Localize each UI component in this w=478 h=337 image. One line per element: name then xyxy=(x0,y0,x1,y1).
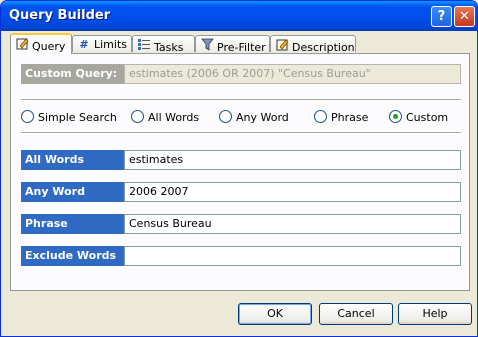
cancel-button[interactable]: Cancel xyxy=(319,303,393,325)
tasks-icon xyxy=(137,38,151,54)
pencil-icon xyxy=(15,37,29,53)
radio-button[interactable] xyxy=(219,110,232,123)
all-words-input[interactable]: estimates xyxy=(124,150,461,170)
radio-simple-search[interactable]: Simple Search xyxy=(21,110,117,124)
radio-phrase[interactable]: Phrase xyxy=(314,110,368,124)
window-title: Query Builder xyxy=(9,8,111,23)
query-builder-window: Query Builder ? ✕ Query # Limits Tasks Pr… xyxy=(0,0,478,337)
ok-button[interactable]: OK xyxy=(238,303,312,325)
tab-label: Limits xyxy=(94,38,127,51)
any-word-label: Any Word xyxy=(21,182,124,202)
radio-all-words[interactable]: All Words xyxy=(131,110,199,124)
radio-button[interactable] xyxy=(314,110,327,123)
divider xyxy=(21,99,461,101)
phrase-label: Phrase xyxy=(21,214,124,234)
custom-query-field: estimates (2006 OR 2007) "Census Bureau" xyxy=(124,64,461,84)
tab-tasks[interactable]: Tasks xyxy=(132,35,195,54)
hash-icon: # xyxy=(79,38,89,51)
help-button[interactable]: Help xyxy=(398,303,472,325)
tab-limits[interactable]: # Limits xyxy=(72,35,132,52)
radio-label: All Words xyxy=(148,111,200,124)
tab-pre-filter[interactable]: Pre-Filter xyxy=(195,35,270,54)
radio-label: Custom xyxy=(406,111,449,124)
radio-button[interactable] xyxy=(21,110,34,123)
tab-description[interactable]: Description xyxy=(270,35,356,54)
radio-custom[interactable]: Custom xyxy=(389,110,448,124)
close-title-button[interactable]: ✕ xyxy=(454,6,475,27)
query-panel: Custom Query: estimates (2006 OR 2007) "… xyxy=(10,53,470,291)
exclude-words-label: Exclude Words xyxy=(21,246,124,266)
radio-label: Any Word xyxy=(236,111,289,124)
funnel-icon xyxy=(200,38,214,54)
custom-query-label: Custom Query: xyxy=(21,64,125,84)
tab-label: Query xyxy=(32,40,66,53)
divider xyxy=(21,132,461,134)
radio-button[interactable] xyxy=(131,110,144,123)
any-word-input[interactable]: 2006 2007 xyxy=(124,182,461,202)
radio-label: Simple Search xyxy=(38,111,117,124)
phrase-input[interactable]: Census Bureau xyxy=(124,214,461,234)
title-bar[interactable]: Query Builder ? ✕ xyxy=(1,1,477,31)
radio-label: Phrase xyxy=(331,111,369,124)
tab-query[interactable]: Query xyxy=(10,33,72,54)
radio-button-selected[interactable] xyxy=(389,110,402,123)
exclude-words-input[interactable] xyxy=(124,246,461,266)
notepad-icon xyxy=(275,38,289,54)
radio-any-word[interactable]: Any Word xyxy=(219,110,289,124)
help-title-button[interactable]: ? xyxy=(431,6,452,27)
all-words-label: All Words xyxy=(21,150,124,170)
